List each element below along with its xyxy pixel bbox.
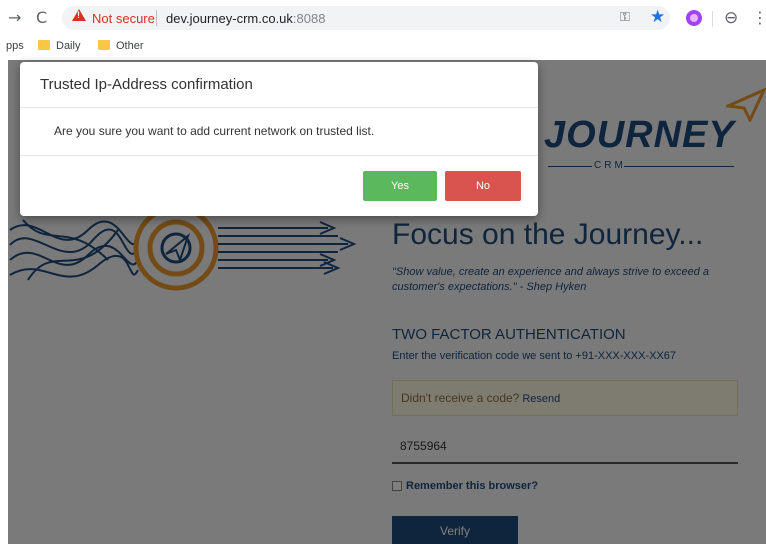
reload-icon[interactable]: C bbox=[36, 8, 47, 27]
bookmarks-bar: pps Daily Other bbox=[0, 36, 766, 58]
modal-divider bbox=[20, 155, 538, 156]
address-separator bbox=[156, 10, 157, 26]
folder-icon bbox=[38, 40, 50, 50]
security-label[interactable]: Not secure bbox=[92, 11, 155, 26]
profile-icon[interactable]: ⊖ bbox=[724, 8, 738, 28]
modal-message: Are you sure you want to add current net… bbox=[54, 124, 375, 138]
url-host: dev.journey-crm.co.uk bbox=[166, 11, 293, 26]
no-button[interactable]: No bbox=[445, 171, 521, 201]
key-icon[interactable]: ⚿ bbox=[620, 10, 630, 25]
confirmation-modal: Trusted Ip-Address confirmation Are you … bbox=[20, 62, 538, 216]
toolbar-divider bbox=[712, 11, 713, 27]
bookmark-apps[interactable]: pps bbox=[6, 40, 24, 52]
modal-title: Trusted Ip-Address confirmation bbox=[40, 76, 253, 93]
yes-button[interactable]: Yes bbox=[363, 171, 437, 201]
star-icon[interactable]: ★ bbox=[650, 7, 665, 27]
bookmark-daily[interactable]: Daily bbox=[56, 40, 80, 52]
menu-icon[interactable]: ⋮ bbox=[752, 8, 766, 27]
browser-toolbar: → C Not secure dev.journey-crm.co.uk:808… bbox=[0, 0, 766, 36]
folder-icon bbox=[98, 40, 110, 50]
url-text[interactable]: dev.journey-crm.co.uk:8088 bbox=[166, 11, 325, 26]
warning-icon bbox=[72, 9, 86, 21]
modal-divider bbox=[20, 107, 538, 108]
url-port: :8088 bbox=[292, 11, 326, 26]
bookmark-other[interactable]: Other bbox=[116, 40, 144, 52]
forward-icon[interactable]: → bbox=[8, 8, 21, 27]
extension-icon[interactable] bbox=[686, 10, 702, 26]
